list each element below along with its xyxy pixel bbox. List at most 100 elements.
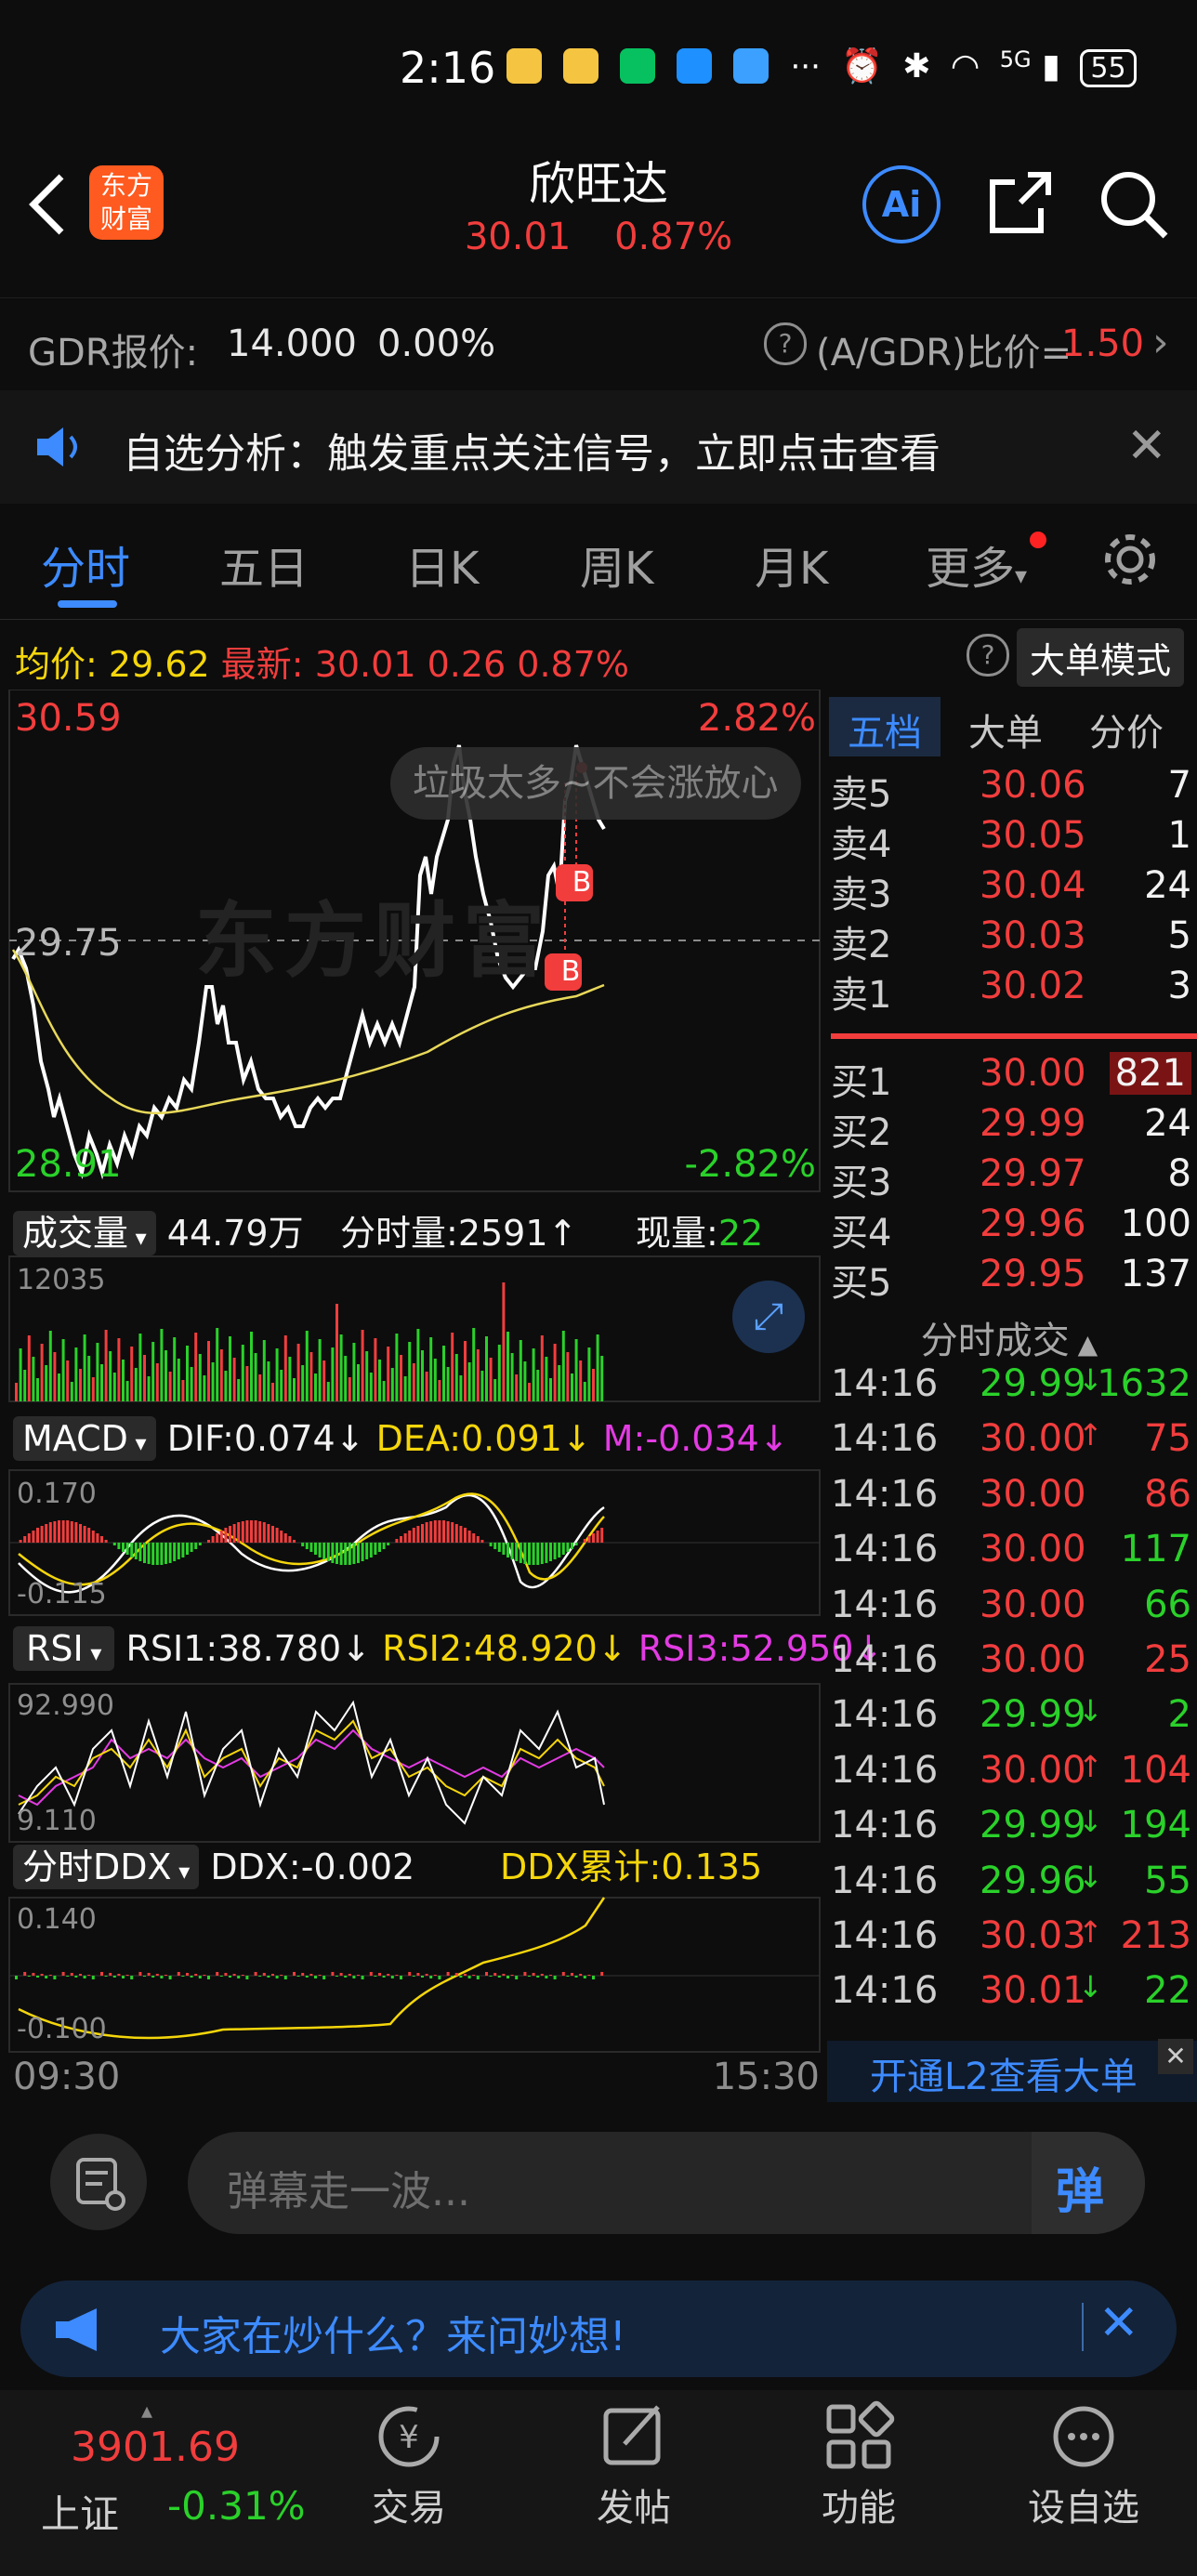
volume-bar — [237, 1379, 241, 1401]
expand-icon[interactable]: ⤢ — [732, 1281, 805, 1353]
watermark-logo: 东方财富 — [195, 893, 553, 989]
macd-bar — [361, 1543, 364, 1561]
close-icon[interactable]: ✕ — [1158, 2039, 1193, 2074]
buy-marker[interactable]: B — [563, 864, 600, 901]
bid-row[interactable]: 买3 29.97 8 — [822, 1152, 1197, 1204]
volume-bar — [369, 1373, 373, 1401]
volume-selector[interactable]: 成交量 ▾ — [13, 1211, 156, 1255]
volume-bar — [480, 1371, 484, 1401]
ddx-bar — [296, 1976, 300, 1977]
index-pct[interactable]: -0.31% — [167, 2483, 306, 2529]
volume-selector-label: 成交量 — [22, 1213, 129, 1254]
trade-volume: 66 — [1144, 1583, 1191, 1626]
ask-row[interactable]: 卖4 30.05 1 — [822, 814, 1197, 866]
tab-intraday[interactable]: 分时 — [41, 532, 130, 597]
volume-bar — [451, 1333, 454, 1401]
index-name[interactable]: 上证 — [41, 2483, 119, 2540]
volume-bar — [403, 1376, 407, 1401]
buy-marker[interactable]: B — [552, 953, 589, 991]
signal-label: 5G — [999, 46, 1032, 72]
macd-bar — [211, 1536, 215, 1543]
ddx-bar — [421, 1976, 424, 1978]
intraday-chart[interactable]: 30.59 2.82% 29.75 28.91 -2.82% 东方财富 垃圾太多… — [0, 690, 883, 2102]
up-arrow-icon: ↑ — [547, 1213, 578, 1254]
level-label: 卖1 — [831, 974, 892, 1017]
level-label: 卖2 — [831, 924, 892, 966]
latest-label: 最新: — [220, 644, 304, 685]
chevron-right-icon: › — [1152, 319, 1169, 366]
macd-bar — [74, 1522, 78, 1543]
nav-post[interactable]: 发帖 — [578, 2399, 690, 2531]
avg-label: 均价: — [15, 644, 98, 685]
help-icon[interactable]: ? — [764, 322, 807, 365]
nav-trade[interactable]: ¥ 交易 — [353, 2399, 465, 2531]
tab-five-day[interactable]: 五日 — [219, 532, 309, 597]
macd-bar — [83, 1526, 86, 1543]
expand-up-icon[interactable]: ▴ — [141, 2398, 152, 2424]
ai-icon[interactable]: Ai — [862, 165, 940, 243]
ask-row[interactable]: 卖5 30.06 7 — [822, 764, 1197, 816]
search-button[interactable] — [1097, 167, 1171, 245]
help-icon[interactable]: ? — [967, 634, 1009, 677]
close-icon[interactable]: ✕ — [1126, 418, 1167, 474]
nav-add-watchlist[interactable]: 设自选 — [1019, 2399, 1149, 2531]
big-order-mode-button[interactable]: 大单模式 — [1017, 628, 1185, 687]
macd-bar — [331, 1543, 335, 1563]
notice-bar[interactable]: 自选分析：触发重点关注信号，立即点击查看 ✕ — [0, 390, 1197, 504]
ddx-bar — [237, 1976, 241, 1978]
trade-time: 14:16 — [831, 1583, 939, 1626]
macd-selector[interactable]: MACD ▾ — [13, 1416, 156, 1461]
trade-time: 14:16 — [831, 1528, 939, 1571]
ddx-bar — [125, 1975, 129, 1976]
trade-volume: 104 — [1120, 1748, 1191, 1792]
level-price: 29.97 — [980, 1152, 1086, 1195]
bid-row[interactable]: 买5 29.95 137 — [822, 1253, 1197, 1305]
volume-bar — [194, 1333, 198, 1401]
tab-day-k[interactable]: 日K — [405, 532, 479, 597]
trade-row: 14:16 29.99 ↓ 1632 — [822, 1362, 1197, 1414]
wifi-icon: ◠ — [950, 47, 980, 85]
ask-row[interactable]: 卖3 30.04 24 — [822, 864, 1197, 916]
danmu-settings-button[interactable] — [50, 2134, 147, 2230]
volume-bar — [100, 1364, 103, 1401]
gdr-bar[interactable]: GDR报价: 14.000 0.00% ? (A/GDR)比价= 1.50 › — [0, 297, 1197, 391]
macd-bar — [275, 1528, 279, 1543]
ddx-bar — [53, 1976, 57, 1979]
nav-functions[interactable]: 功能 — [803, 2399, 914, 2531]
bid-row[interactable]: 买2 29.99 24 — [822, 1102, 1197, 1154]
ddx-bar — [549, 1975, 552, 1976]
trades-title[interactable]: 分时成交 ▲ — [822, 1310, 1197, 1364]
tab-month-k[interactable]: 月K — [755, 532, 828, 597]
share-button[interactable] — [985, 167, 1056, 242]
rsi-selector[interactable]: RSI ▾ — [13, 1626, 115, 1671]
volume-bar — [536, 1370, 540, 1401]
ddx-bar — [229, 1976, 231, 1978]
bid-row[interactable]: 买1 30.00 821 — [822, 1052, 1197, 1104]
bid-row[interactable]: 买4 29.96 100 — [822, 1203, 1197, 1255]
macd-bar — [421, 1524, 424, 1543]
settings-button[interactable] — [1100, 530, 1160, 593]
level-label: 卖5 — [831, 773, 892, 816]
tab-big-orders[interactable]: 大单 — [950, 703, 1061, 756]
volume-bar — [83, 1334, 86, 1401]
ddx-bars — [15, 1972, 604, 1979]
close-icon[interactable]: ✕ — [1098, 2295, 1139, 2351]
tab-more[interactable]: 更多▾ — [926, 532, 1027, 597]
rsi-header: RSI ▾ RSI1:38.780↓ RSI2:48.920↓ RSI3:52.… — [13, 1626, 883, 1671]
ddx-bar — [216, 1972, 219, 1976]
tab-price-dist[interactable]: 分价 — [1071, 703, 1182, 756]
ddx-selector[interactable]: 分时DDX ▾ — [13, 1845, 200, 1889]
volume-bar — [382, 1381, 386, 1401]
macd-bar — [369, 1543, 373, 1557]
ddx-bar — [301, 1973, 305, 1976]
ask-row[interactable]: 卖2 30.03 5 — [822, 914, 1197, 966]
tab-week-k[interactable]: 周K — [580, 532, 653, 597]
ddx-bar — [600, 1972, 604, 1976]
trade-row: 14:16 30.00 25 — [822, 1638, 1197, 1690]
trade-time: 14:16 — [831, 1859, 939, 1902]
ddx-bar — [262, 1973, 266, 1976]
ask-row[interactable]: 卖1 30.02 3 — [822, 965, 1197, 1017]
trade-time: 14:16 — [831, 1748, 939, 1792]
index-value[interactable]: 3901.69 — [71, 2424, 240, 2471]
volume-bar — [122, 1360, 125, 1401]
